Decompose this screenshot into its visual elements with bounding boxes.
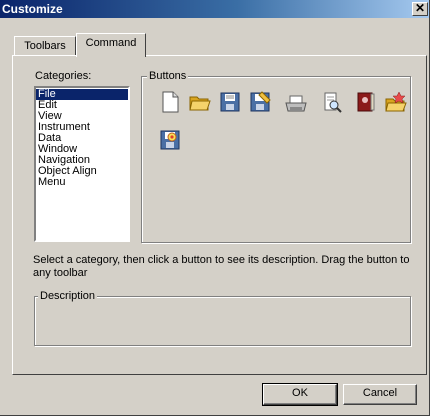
title-bar[interactable]: Customize ✕ bbox=[0, 0, 429, 18]
tab-toolbars[interactable]: Toolbars bbox=[14, 36, 76, 56]
description-groupbox bbox=[34, 296, 411, 346]
save-as-icon[interactable] bbox=[248, 90, 272, 114]
description-label: Description bbox=[38, 290, 98, 302]
dialog-title: Customize bbox=[2, 2, 63, 16]
hint-text: Select a category, then click a button t… bbox=[33, 254, 410, 279]
open-folder-icon[interactable] bbox=[188, 90, 212, 114]
book-icon[interactable] bbox=[354, 90, 378, 114]
ok-button[interactable]: OK bbox=[262, 383, 338, 406]
save-icon[interactable] bbox=[218, 90, 242, 114]
folder-favorite-icon[interactable] bbox=[384, 90, 408, 114]
categories-listbox[interactable]: File Edit View Instrument Data Window Na… bbox=[34, 86, 130, 242]
print-preview-icon[interactable] bbox=[320, 90, 344, 114]
print-icon[interactable] bbox=[284, 92, 308, 116]
customize-dialog: Customize ✕ Toolbars Command Categories:… bbox=[0, 0, 430, 416]
tab-command[interactable]: Command bbox=[76, 33, 146, 57]
cancel-button[interactable]: Cancel bbox=[343, 384, 417, 405]
categories-label: Categories: bbox=[35, 70, 92, 82]
new-file-icon[interactable] bbox=[158, 90, 182, 114]
close-button[interactable]: ✕ bbox=[412, 2, 428, 16]
save-colorful-icon[interactable] bbox=[158, 128, 182, 152]
category-item-menu[interactable]: Menu bbox=[36, 177, 128, 188]
buttons-label: Buttons bbox=[147, 70, 189, 82]
